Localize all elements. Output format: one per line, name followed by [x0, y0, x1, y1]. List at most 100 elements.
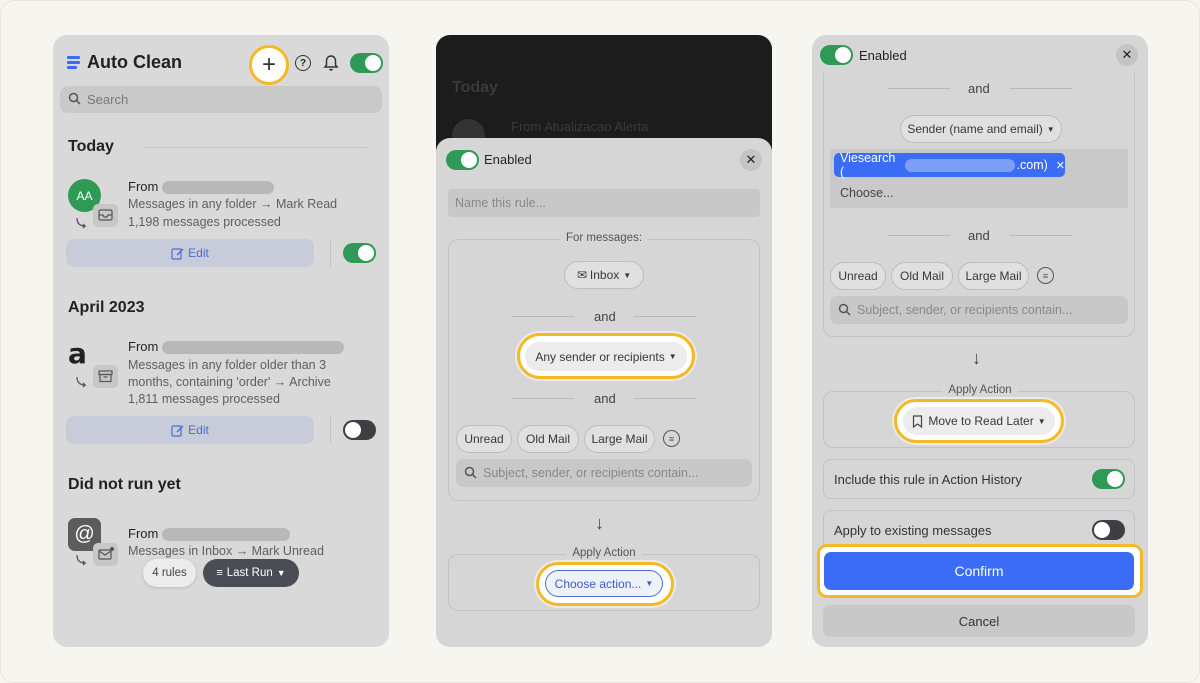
rule-enabled-toggle[interactable]: [820, 45, 853, 65]
filter-unread[interactable]: Unread: [456, 425, 512, 453]
chevron-down-icon: ▼: [668, 352, 677, 361]
divider: [330, 416, 331, 444]
rule-processed-count: 1,811 messages processed: [128, 392, 280, 406]
reply-arrow-icon: [75, 553, 89, 567]
search-input[interactable]: Search: [60, 86, 382, 113]
close-button[interactable]: ✕: [1116, 44, 1138, 66]
inbox-icon: [93, 204, 118, 227]
chevron-down-icon: ▼: [623, 270, 632, 280]
divider: [512, 316, 574, 317]
divider: [634, 316, 696, 317]
conditions-search-input[interactable]: Subject, sender, or recipients contain..…: [830, 296, 1128, 324]
and-label: and: [968, 81, 990, 96]
edit-button[interactable]: Edit: [66, 416, 314, 444]
close-icon: ✕: [745, 152, 757, 167]
sender-select[interactable]: Any sender or recipients ▼: [525, 342, 687, 371]
bookmark-icon: [912, 414, 923, 428]
edit-icon: [171, 424, 184, 437]
folder-label: Inbox: [589, 268, 620, 282]
enabled-label: Enabled: [484, 152, 532, 167]
for-messages-label: For messages:: [436, 232, 772, 244]
divider: [143, 147, 367, 148]
action-select[interactable]: Move to Read Later ▼: [903, 407, 1055, 435]
divider: [1010, 88, 1072, 89]
section-heading-today: Today: [68, 138, 114, 155]
rule-description: Messages in any folder older than 3 mont…: [128, 358, 331, 389]
dimmed-background: Today From Atualizacao Alerta: [436, 35, 772, 155]
rule-editor-panel: Enabled ✕ and Sender (name and email) ▼ …: [812, 35, 1148, 647]
close-button[interactable]: ✕: [740, 149, 762, 171]
sender-tag-suffix: .com): [1016, 158, 1048, 172]
reply-arrow-icon: [75, 375, 89, 389]
sender-token: Viesearch ( .com) ✕: [834, 151, 1065, 179]
new-rule-sheet-panel: Today From Atualizacao Alerta Enabled ✕ …: [436, 35, 772, 647]
filter-old-mail[interactable]: Old Mail: [517, 425, 579, 453]
cancel-button[interactable]: Cancel: [823, 605, 1135, 637]
filter-options-icon[interactable]: ≡: [663, 430, 680, 447]
conditions-search-placeholder: Subject, sender, or recipients contain..…: [483, 466, 699, 480]
add-rule-button[interactable]: +: [249, 45, 289, 85]
divider: [1010, 235, 1072, 236]
from-label: From: [128, 339, 159, 354]
filter-old-mail[interactable]: Old Mail: [891, 262, 953, 290]
include-history-label: Include this rule in Action History: [834, 472, 1022, 487]
folder-select[interactable]: ✉ Inbox ▼: [564, 261, 644, 289]
divider: [634, 398, 696, 399]
auto-clean-master-toggle[interactable]: [350, 53, 383, 73]
confirm-button[interactable]: Confirm: [824, 552, 1134, 590]
include-history-toggle[interactable]: [1092, 469, 1125, 489]
rule-toggle[interactable]: [343, 420, 376, 440]
sender-token-field[interactable]: Viesearch ( .com) ✕ Choose...: [830, 149, 1128, 208]
and-label: and: [968, 228, 990, 243]
mail-unread-icon: [93, 543, 118, 566]
close-icon: ✕: [1121, 47, 1133, 62]
arrow-down-icon: ↓: [972, 348, 981, 368]
divider: [888, 235, 950, 236]
rule-description: Messages in any folder → Mark Read: [128, 197, 338, 211]
chevron-down-icon: ▼: [1046, 124, 1055, 134]
choose-action-label: Choose action...: [554, 576, 642, 591]
background-from: From Atualizacao Alerta: [511, 119, 649, 134]
arrow-down-icon: ↓: [595, 513, 604, 533]
rule-from: From: [128, 179, 274, 195]
remove-token-icon[interactable]: ✕: [1056, 159, 1065, 172]
page-title: Auto Clean: [87, 52, 183, 72]
background-heading: Today: [452, 79, 498, 96]
edit-label: Edit: [188, 246, 209, 260]
plus-icon: +: [261, 51, 276, 78]
from-label: From: [128, 179, 159, 194]
redacted-email: [904, 158, 1015, 172]
bell-icon[interactable]: [323, 54, 339, 72]
apply-existing-toggle[interactable]: [1092, 520, 1125, 540]
rule-enabled-toggle[interactable]: [446, 150, 479, 170]
conditions-search-input[interactable]: Subject, sender, or recipients contain..…: [456, 459, 752, 487]
edit-icon: [171, 247, 184, 260]
chevron-down-icon: ▼: [276, 568, 286, 578]
rule-processed-count: 1,198 messages processed: [128, 215, 281, 229]
filter-large-mail[interactable]: Large Mail: [584, 425, 655, 453]
search-placeholder: Search: [87, 92, 129, 107]
rule-name-input[interactable]: Name this rule...: [448, 189, 760, 217]
filter-options-icon[interactable]: ≡: [1037, 267, 1054, 284]
rule-from: From: [128, 339, 344, 355]
choose-action-select[interactable]: Choose action... ▼: [545, 570, 663, 597]
redacted-sender: [161, 341, 344, 355]
sender-select[interactable]: Sender (name and email) ▼: [900, 115, 1062, 143]
rule-name-placeholder: Name this rule...: [455, 196, 547, 210]
choose-placeholder: Choose...: [840, 186, 894, 200]
from-label: From: [128, 526, 159, 541]
filter-unread[interactable]: Unread: [830, 262, 886, 290]
filter-large-mail[interactable]: Large Mail: [958, 262, 1029, 290]
rule-description: Messages in Inbox → Mark Unread: [128, 544, 324, 558]
sender-label: Sender (name and email): [907, 122, 1043, 136]
section-heading-not-run: Did not run yet: [68, 476, 181, 493]
menu-icon[interactable]: [67, 55, 81, 69]
help-icon[interactable]: ?: [295, 55, 311, 71]
mail-icon: ✉: [576, 268, 587, 282]
and-label: and: [594, 391, 616, 406]
sort-last-run-button[interactable]: ≡ Last Run ▼: [203, 559, 299, 587]
search-icon: [68, 92, 81, 105]
edit-label: Edit: [188, 423, 209, 437]
rule-toggle[interactable]: [343, 243, 376, 263]
edit-button[interactable]: Edit: [66, 239, 314, 267]
